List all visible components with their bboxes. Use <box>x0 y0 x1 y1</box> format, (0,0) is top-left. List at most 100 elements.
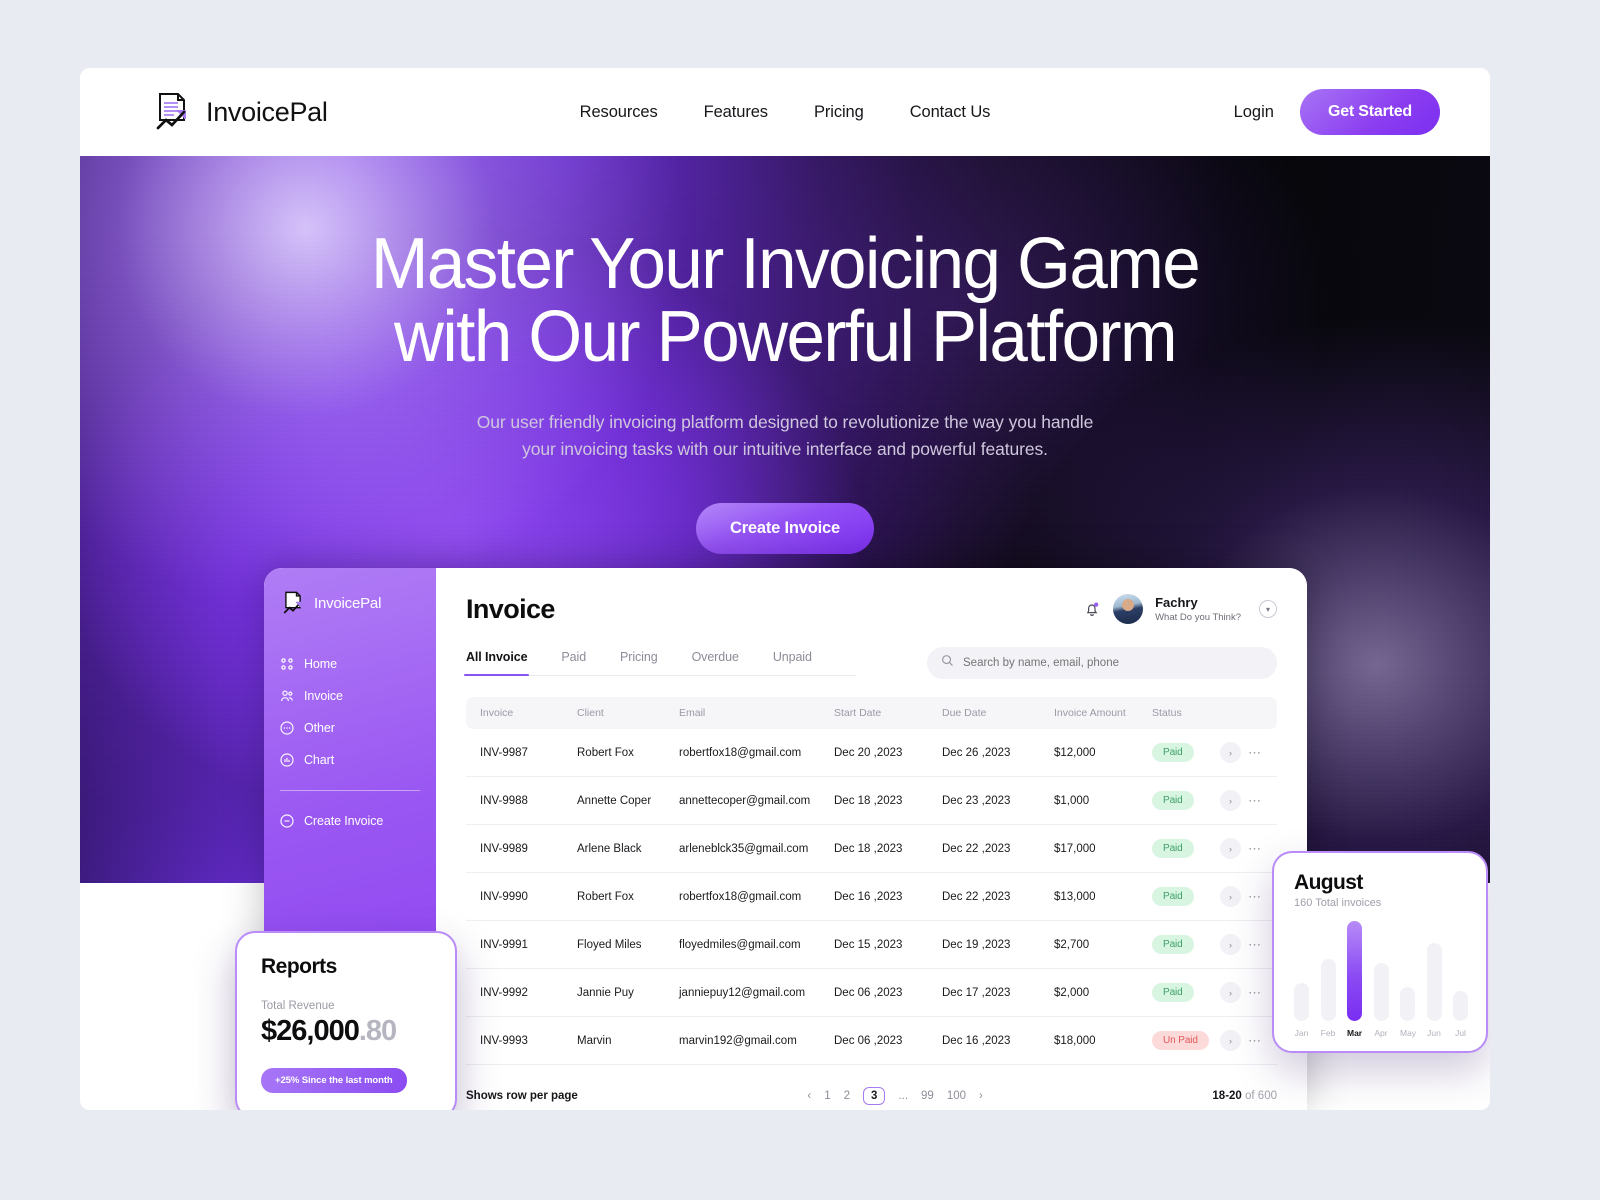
cell-status: Un Paid <box>1152 1031 1220 1050</box>
prev-page-button[interactable]: ‹ <box>807 1090 811 1102</box>
table-row[interactable]: INV-9989 Arlene Black arleneblck35@gmail.c… <box>466 825 1277 873</box>
cell-amount: $13,000 <box>1054 890 1096 903</box>
nav-link-features[interactable]: Features <box>704 103 768 122</box>
status-badge: Paid <box>1152 791 1194 810</box>
page-2-button[interactable]: 2 <box>844 1090 850 1102</box>
table-row[interactable]: INV-9990 Robert Fox robertfox18@gmail.com D… <box>466 873 1277 921</box>
cell-email: janniepuy12@gmail.com <box>679 986 806 999</box>
cell-status: Paid <box>1152 743 1220 762</box>
invoice-table: Invoice Client Email Start Date Due Date… <box>466 697 1277 1065</box>
cell-client: Floyed Miles <box>577 938 642 951</box>
row-expand-button[interactable]: › <box>1220 934 1241 955</box>
sidebar-item-create-invoice[interactable]: Create Invoice <box>264 805 436 837</box>
cell-client: Annette Coper <box>577 794 652 807</box>
bell-icon[interactable] <box>1083 600 1101 618</box>
nav-link-pricing[interactable]: Pricing <box>814 103 864 122</box>
grid-icon <box>280 657 294 671</box>
row-more-button[interactable]: ⋯ <box>1248 841 1262 857</box>
row-more-button[interactable]: ⋯ <box>1248 937 1262 953</box>
cell-due-date: Dec 26 ,2023 <box>942 746 1011 759</box>
chart-bar[interactable] <box>1294 983 1309 1021</box>
hero-content: Master Your Invoicing Game with Our Powe… <box>80 156 1490 555</box>
sidebar-divider <box>280 790 420 791</box>
cell-invoice: INV-9990 <box>480 890 528 903</box>
sidebar-item-invoice[interactable]: Invoice <box>264 680 436 712</box>
user-subtitle: What Do you Think? <box>1155 611 1241 623</box>
chart-x-label: Jan <box>1294 1028 1309 1038</box>
row-expand-button[interactable]: › <box>1220 1030 1241 1051</box>
cell-status: Paid <box>1152 839 1220 858</box>
cell-due-date: Dec 22 ,2023 <box>942 842 1011 855</box>
table-row[interactable]: INV-9988 Annette Coper annettecoper@gmail.… <box>466 777 1277 825</box>
table-row[interactable]: INV-9993 Marvin marvin192@gmail.com Dec 06 … <box>466 1017 1277 1065</box>
row-expand-button[interactable]: › <box>1220 886 1241 907</box>
chevron-down-icon[interactable]: ▾ <box>1259 600 1277 618</box>
status-badge: +25% Since the last month <box>261 1068 407 1093</box>
brand-logo-group[interactable]: InvoicePal <box>150 90 328 134</box>
chart-bar[interactable] <box>1320 959 1336 1021</box>
avatar[interactable] <box>1113 594 1144 624</box>
table-row[interactable]: INV-9991 Floyed Miles floyedmiles@gmail.co… <box>466 921 1277 969</box>
status-badge: Un Paid <box>1152 1031 1209 1050</box>
search-input[interactable] <box>963 657 1263 669</box>
sidebar-brand-name: InvoicePal <box>314 594 382 612</box>
get-started-button[interactable]: Get Started <box>1299 89 1440 135</box>
page-99-button[interactable]: 99 <box>921 1090 934 1102</box>
row-expand-button[interactable]: › <box>1220 742 1241 763</box>
cell-email: floyedmiles@gmail.com <box>679 938 801 951</box>
page-1-button[interactable]: 1 <box>824 1090 830 1102</box>
col-due-date: Due Date <box>942 707 987 719</box>
sidebar-item-label: Other <box>304 721 335 735</box>
tab-pricing[interactable]: Pricing <box>620 650 658 664</box>
login-link[interactable]: Login <box>1234 103 1274 122</box>
chart-bar[interactable] <box>1347 921 1362 1021</box>
cell-actions: › ⋯ <box>1220 742 1263 763</box>
range-total: of 600 <box>1241 1090 1277 1102</box>
tab-overdue[interactable]: Overdue <box>692 650 739 664</box>
table-row[interactable]: INV-9987 Robert Fox robertfox18@gmail.com D… <box>466 729 1277 777</box>
tab-unpaid[interactable]: Unpaid <box>773 650 812 664</box>
create-invoice-button[interactable]: Create Invoice <box>695 503 874 555</box>
cell-status: Paid <box>1152 983 1220 1002</box>
user-area: Fachry What Do you Think? ▾ <box>1083 594 1277 624</box>
row-more-button[interactable]: ⋯ <box>1248 745 1262 761</box>
tabs-and-search: All Invoice Paid Pricing Overdue Unpaid <box>436 647 1307 679</box>
row-more-button[interactable]: ⋯ <box>1248 793 1262 809</box>
sidebar-item-other[interactable]: Other <box>264 712 436 744</box>
chart-bar[interactable] <box>1453 991 1468 1021</box>
cell-start-date: Dec 16 ,2023 <box>834 890 903 903</box>
rows-per-page-label[interactable]: Shows row per page <box>466 1090 578 1102</box>
hero-title-line-1: Master Your Invoicing Game <box>370 224 1201 304</box>
tab-paid[interactable]: Paid <box>561 650 586 664</box>
cell-actions: › ⋯ <box>1220 934 1263 955</box>
hero-subtitle-line-1: Our user friendly invoicing platform des… <box>476 411 1094 432</box>
cell-due-date: Dec 23 ,2023 <box>942 794 1011 807</box>
page-3-button[interactable]: 3 <box>863 1087 886 1105</box>
row-more-button[interactable]: ⋯ <box>1248 1033 1262 1049</box>
row-expand-button[interactable]: › <box>1220 838 1241 859</box>
row-expand-button[interactable]: › <box>1220 790 1241 811</box>
col-actions <box>1220 707 1263 719</box>
row-more-button[interactable]: ⋯ <box>1248 985 1262 1001</box>
sidebar-item-home[interactable]: Home <box>264 648 436 680</box>
chart-bar[interactable] <box>1400 987 1415 1021</box>
cell-invoice: INV-9987 <box>480 746 528 759</box>
search-icon <box>941 654 954 672</box>
cell-client: Arlene Black <box>577 842 642 855</box>
search-box[interactable] <box>927 647 1277 679</box>
table-row[interactable]: INV-9992 Jannie Puy janniepuy12@gmail.com D… <box>466 969 1277 1017</box>
tab-all-invoice[interactable]: All Invoice <box>463 650 530 676</box>
sidebar-item-chart[interactable]: Chart <box>264 744 436 776</box>
cell-actions: › ⋯ <box>1220 1030 1263 1051</box>
row-more-button[interactable]: ⋯ <box>1248 889 1262 905</box>
chart-bar[interactable] <box>1426 943 1442 1021</box>
next-page-button[interactable]: › <box>979 1090 983 1102</box>
cell-email: arleneblck35@gmail.com <box>679 842 809 855</box>
page-100-button[interactable]: 100 <box>947 1090 966 1102</box>
nav-link-resources[interactable]: Resources <box>580 103 658 122</box>
row-expand-button[interactable]: › <box>1220 982 1241 1003</box>
user-info: Fachry What Do you Think? <box>1155 595 1241 622</box>
chart-bar[interactable] <box>1373 963 1389 1021</box>
nav-link-contact-us[interactable]: Contact Us <box>910 103 991 122</box>
reports-title: Reports <box>261 955 337 978</box>
